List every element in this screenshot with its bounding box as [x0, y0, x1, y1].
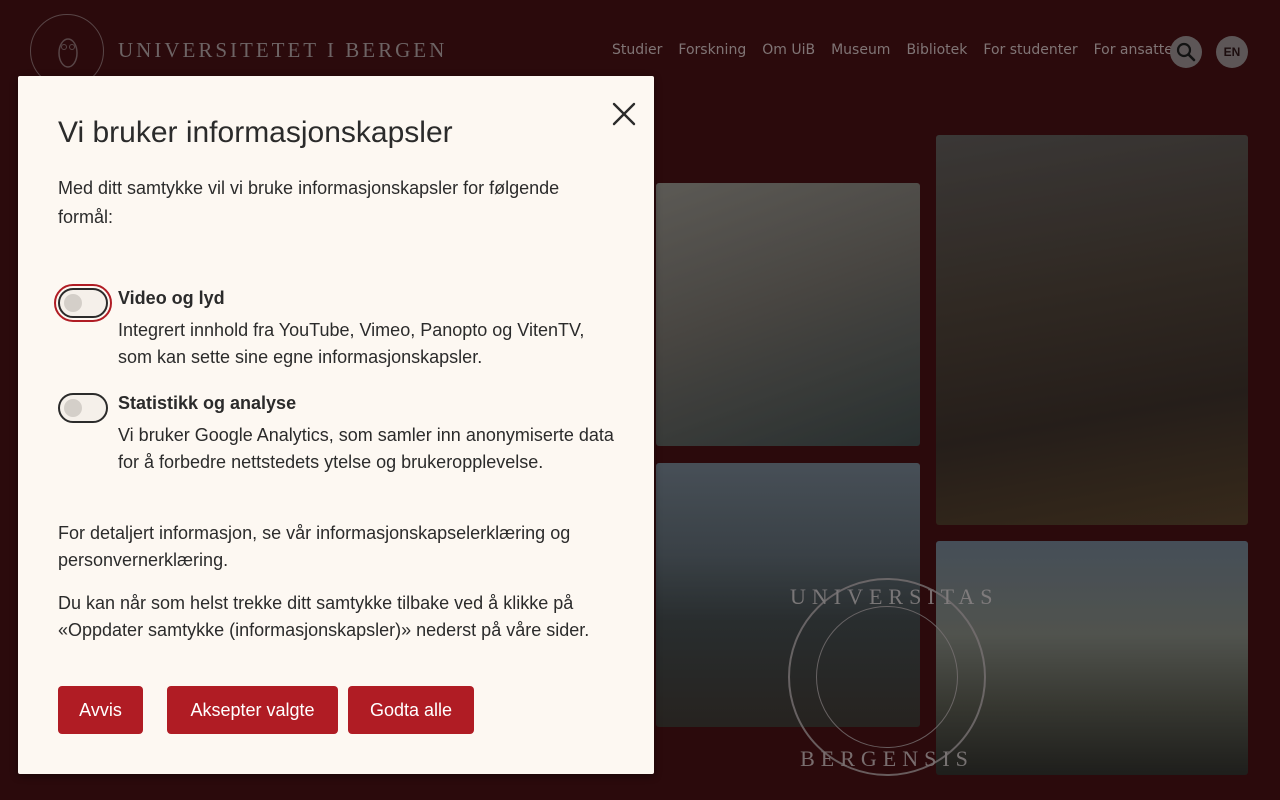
withdraw-consent-text: Du kan når som helst trekke ditt samtykk…	[58, 593, 590, 640]
option-desc-video: Integrert innhold fra YouTube, Vimeo, Pa…	[118, 320, 585, 367]
accept-all-button[interactable]: Godta alle	[348, 686, 474, 734]
toggle-knob	[64, 399, 82, 417]
option-title-statistics: Statistikk og analyse	[118, 393, 297, 413]
dialog-intro-text: Med ditt samtykke vil vi bruke informasj…	[58, 178, 560, 227]
accept-selected-button[interactable]: Aksepter valgte	[167, 686, 338, 734]
close-button[interactable]	[610, 100, 638, 128]
toggle-statistikk-og-analyse[interactable]	[58, 393, 108, 423]
privacy-details-text: For detaljert informasjon, se vår inform…	[58, 523, 571, 570]
toggle-video-og-lyd[interactable]	[54, 284, 112, 322]
close-icon	[612, 102, 636, 126]
dialog-title: Vi bruker informasjonskapsler	[58, 116, 453, 149]
cookie-consent-dialog: Vi bruker informasjonskapsler Med ditt s…	[18, 76, 654, 774]
option-title-video: Video og lyd	[118, 288, 225, 308]
reject-button[interactable]: Avvis	[58, 686, 143, 734]
toggle-knob	[64, 294, 82, 312]
option-desc-statistics: Vi bruker Google Analytics, som samler i…	[118, 425, 614, 472]
